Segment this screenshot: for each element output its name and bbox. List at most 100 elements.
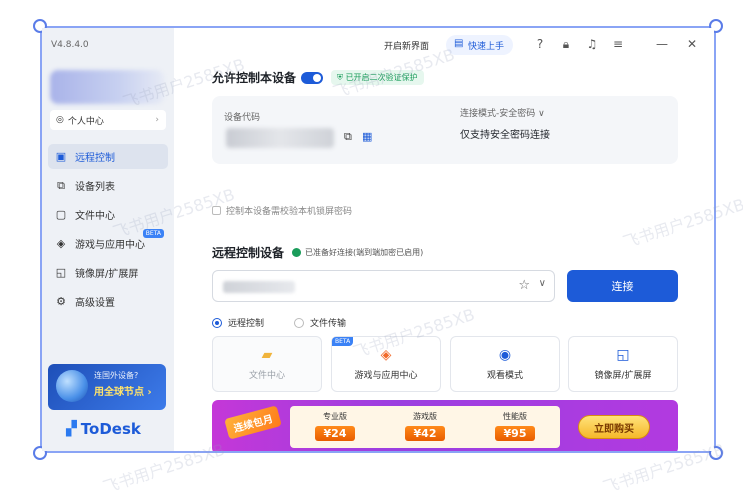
lock-screen-checkbox-label: 控制本设备需校验本机锁屏密码 (226, 207, 353, 217)
device-code-label: 设备代码 (224, 113, 261, 123)
sidebar-item-device-list[interactable]: ⧉ 设备列表 (48, 173, 168, 198)
gamepad-icon: ◈ (380, 347, 392, 363)
sidebar-item-file-center[interactable]: ▢ 文件中心 (48, 202, 168, 227)
shield-icon: ⛨ (337, 73, 346, 82)
buy-now-button[interactable]: 立即购买 (578, 415, 650, 439)
sidebar-item-label: 远程控制 (75, 153, 115, 164)
connection-status: 已准备好连接(端到端加密已启用) (305, 248, 424, 257)
radio-file-label: 文件传输 (310, 319, 347, 329)
promo-line1: 连国外设备? (94, 371, 139, 380)
sidebar-item-label: 镜像屏/扩展屏 (75, 269, 139, 280)
lock-icon[interactable]: 🔒︎ (558, 37, 574, 52)
user-icon: ◎ (56, 115, 64, 125)
todesk-logo: ▞ ToDesk (66, 420, 141, 438)
menu-icon[interactable]: ≡ (610, 37, 626, 51)
device-code-card: 设备代码 ⧉ ▦ 连接模式-安全密码 ∨ 仅支持安全密码连接 (212, 96, 678, 164)
tier-price: ¥95 (494, 426, 536, 441)
two-factor-label: 已开启二次验证保护 (345, 73, 418, 82)
close-icon[interactable]: ✕ (684, 37, 700, 51)
monthly-ribbon: 连续包月 (224, 405, 282, 440)
sidebar-item-label: 游戏与应用中心 (75, 240, 145, 251)
quick-start-label: 快速上手 (468, 41, 505, 52)
tier-name: 专业版 (323, 412, 347, 421)
tier-performance: 性能版 ¥95 (470, 406, 560, 448)
remote-control-header: 远程控制设备 已准备好连接(端到端加密已启用) (212, 244, 423, 261)
tile-mirror-screen[interactable]: ◱ 镜像屏/扩展屏 (568, 336, 678, 392)
tile-label: 游戏与应用中心 (354, 371, 418, 381)
sidebar: V4.8.4.0 ◎ 个人中心 › ▣ 远程控制 ⧉ 设备列表 ▢ 文件中心 ◈… (42, 28, 174, 451)
tile-label: 镜像屏/扩展屏 (594, 371, 652, 381)
sidebar-item-advanced-settings[interactable]: ⚙ 高级设置 (48, 289, 168, 314)
beta-badge: BETA (142, 229, 164, 238)
radio-file-transfer[interactable] (294, 317, 305, 328)
tile-watch-mode[interactable]: ◉ 观看模式 (450, 336, 560, 392)
connection-mode-value: 仅支持安全密码连接 (460, 130, 550, 141)
eye-icon: ◉ (498, 347, 512, 363)
promo-line2: 用全球节点 › (94, 387, 152, 398)
avatar[interactable] (50, 70, 164, 104)
mode-radio-group: 远程控制 文件传输 (212, 316, 346, 329)
lock-screen-checkbox[interactable] (212, 206, 221, 215)
feature-tiles: ▰ 文件中心 BETA ◈ 游戏与应用中心 ◉ 观看模式 ◱ 镜像屏/扩展屏 (212, 336, 678, 392)
lock-screen-check-row[interactable]: 控制本设备需校验本机锁屏密码 (212, 204, 352, 217)
cast-icon: ◱ (55, 266, 67, 279)
gamepad-icon: ◈ (56, 237, 66, 250)
radio-remote-control[interactable] (212, 317, 222, 328)
folder-icon: ▢ (55, 208, 67, 221)
minimize-icon[interactable]: — (654, 37, 670, 51)
status-check-icon (292, 248, 302, 257)
bell-icon[interactable]: ♫ (584, 37, 600, 51)
allow-control-title: 允许控制本设备 (212, 71, 297, 85)
sidebar-item-label: 文件中心 (75, 211, 115, 222)
global-node-promo[interactable]: 连国外设备? 用全球节点 › (48, 364, 166, 410)
sidebar-item-label: 高级设置 (75, 298, 115, 309)
tile-game-center[interactable]: BETA ◈ 游戏与应用中心 (331, 336, 441, 392)
cast-icon: ◱ (616, 347, 630, 363)
personal-center-label: 个人中心 (67, 116, 104, 127)
connection-mode-dropdown[interactable]: 连接模式-安全密码 ∨ (460, 106, 545, 119)
sidebar-item-remote-control[interactable]: ▣ 远程控制 (48, 144, 168, 169)
device-code-input[interactable]: ☆ ∨ (212, 270, 555, 302)
tile-label: 观看模式 (486, 371, 523, 381)
todesk-logo-icon: ▞ (66, 421, 77, 437)
copy-icon[interactable]: ⧉ (344, 130, 352, 144)
two-factor-badge: ⛨ 已开启二次验证保护 (331, 70, 424, 85)
version-label: V4.8.4.0 (51, 40, 89, 50)
tier-pro: 专业版 ¥24 (290, 406, 380, 448)
sidebar-item-mirror-screen[interactable]: ◱ 镜像屏/扩展屏 (48, 260, 168, 285)
allow-control-toggle[interactable] (301, 71, 324, 84)
star-icon[interactable]: ☆ (518, 278, 530, 293)
tier-name: 游戏版 (413, 412, 437, 421)
subscription-banner[interactable]: 连续包月 专业版 ¥24 游戏版 ¥42 性能版 ¥95 立即购买 (212, 400, 678, 451)
todesk-window: V4.8.4.0 ◎ 个人中心 › ▣ 远程控制 ⧉ 设备列表 ▢ 文件中心 ◈… (42, 28, 714, 451)
remote-control-title: 远程控制设备 (212, 246, 285, 260)
device-list-icon: ⧉ (57, 178, 65, 192)
tier-game: 游戏版 ¥42 (380, 406, 470, 448)
main-panel: 允许控制本设备 ⛨ 已开启二次验证保护 设备代码 ⧉ ▦ 连接模式-安全密码 ∨… (174, 62, 714, 451)
sidebar-item-label: 设备列表 (75, 182, 115, 193)
device-code-input-value (223, 281, 295, 293)
personal-center-button[interactable]: ◎ 个人中心 › (50, 110, 166, 130)
folder-icon: ▰ (261, 347, 273, 363)
beta-badge: BETA (332, 337, 354, 346)
quick-start-button[interactable]: ▤ 快速上手 (446, 35, 514, 55)
sidebar-item-game-center[interactable]: ◈ 游戏与应用中心 BETA (48, 229, 168, 256)
tier-price: ¥42 (404, 426, 446, 441)
monitor-icon: ▣ (55, 150, 67, 163)
chevron-down-icon[interactable]: ∨ (539, 278, 546, 289)
help-icon[interactable]: ? (532, 37, 548, 51)
tile-file-center[interactable]: ▰ 文件中心 (212, 336, 322, 392)
title-bar: 开启新界面 ▤ 快速上手 ? 🔒︎ ♫ ≡ — ✕ (174, 28, 714, 62)
sidebar-nav: ▣ 远程控制 ⧉ 设备列表 ▢ 文件中心 ◈ 游戏与应用中心 BETA ◱ 镜像… (48, 144, 168, 318)
gear-icon: ⚙ (56, 295, 66, 308)
new-ui-link[interactable]: 开启新界面 (384, 39, 429, 52)
qr-code-icon[interactable]: ▦ (362, 130, 372, 143)
radio-remote-label: 远程控制 (228, 319, 265, 329)
guide-icon: ▤ (454, 38, 464, 49)
logo-text: ToDesk (80, 420, 141, 438)
tile-label: 文件中心 (248, 371, 285, 381)
tier-name: 性能版 (503, 412, 527, 421)
tier-price: ¥24 (314, 426, 356, 441)
connect-button[interactable]: 连接 (567, 270, 678, 302)
allow-control-header: 允许控制本设备 ⛨ 已开启二次验证保护 (212, 69, 424, 86)
